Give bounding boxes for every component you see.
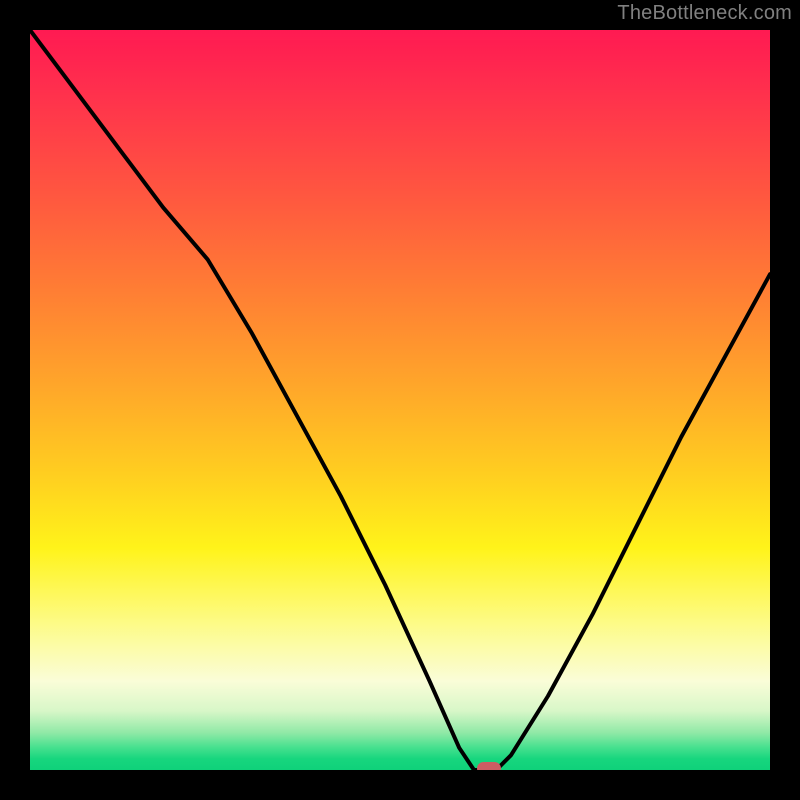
plot-area (30, 30, 770, 770)
attribution-label: TheBottleneck.com (617, 2, 792, 25)
optimal-point-marker (477, 762, 501, 770)
bottleneck-curve (30, 30, 770, 770)
chart-frame: TheBottleneck.com (0, 0, 800, 800)
